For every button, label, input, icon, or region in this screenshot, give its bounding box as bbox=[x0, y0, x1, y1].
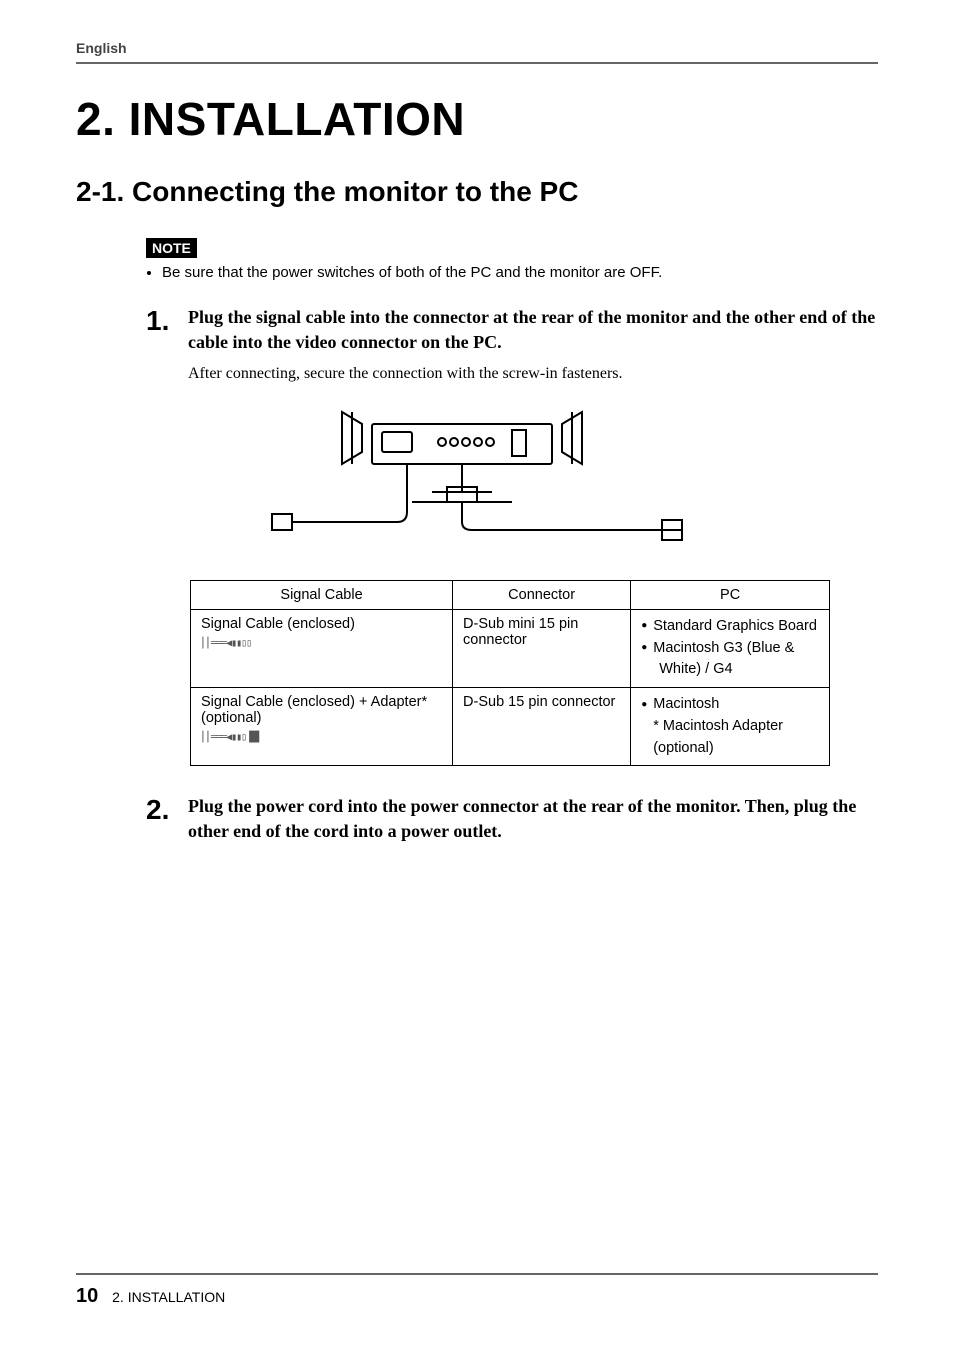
connection-diagram bbox=[262, 402, 692, 562]
connector-cell: D-Sub 15 pin connector bbox=[453, 688, 631, 766]
page-number: 10 bbox=[76, 1285, 98, 1307]
note-label: NOTE bbox=[146, 238, 197, 258]
step-number: 2. bbox=[146, 794, 188, 824]
language-header: English bbox=[76, 40, 878, 64]
section-title: 2-1. Connecting the monitor to the PC bbox=[76, 176, 878, 208]
step-heading: Plug the power cord into the power conne… bbox=[188, 794, 878, 844]
table-header-connector: Connector bbox=[453, 580, 631, 609]
chapter-title: 2. INSTALLATION bbox=[76, 92, 878, 146]
cable-adapter-icon: ⎢⎢═══◀▮▮▯▐█▌ bbox=[201, 732, 442, 743]
cable-icon: ⎢⎢═══◀▮▮▯▯ bbox=[201, 638, 442, 649]
cable-table: Signal Cable Connector PC Signal Cable (… bbox=[190, 580, 830, 767]
note-list: Be sure that the power switches of both … bbox=[146, 262, 878, 283]
page-footer: 10 2. INSTALLATION bbox=[76, 1273, 878, 1308]
cable-name: Signal Cable (enclosed) bbox=[201, 616, 355, 632]
pc-line: Macintosh bbox=[653, 696, 719, 712]
step-number: 1. bbox=[146, 305, 188, 335]
step-heading: Plug the signal cable into the connector… bbox=[188, 305, 878, 355]
pc-line: Standard Graphics Board bbox=[653, 618, 817, 634]
table-row: Signal Cable (enclosed) + Adapter* (opti… bbox=[191, 688, 830, 766]
pc-line: Macintosh G3 (Blue & bbox=[653, 640, 794, 656]
note-item: Be sure that the power switches of both … bbox=[162, 262, 878, 283]
step-subtext: After connecting, secure the connection … bbox=[188, 363, 878, 385]
table-row: Signal Cable (enclosed) ⎢⎢═══◀▮▮▯▯ D-Sub… bbox=[191, 609, 830, 687]
cable-name: Signal Cable (enclosed) + Adapter* (opti… bbox=[201, 694, 427, 726]
footer-chapter: 2. INSTALLATION bbox=[112, 1289, 225, 1305]
connector-cell: D-Sub mini 15 pin connector bbox=[453, 609, 631, 687]
table-header-pc: PC bbox=[631, 580, 830, 609]
pc-cell: Macintosh * Macintosh Adapter (optional) bbox=[631, 688, 830, 766]
table-header-cable: Signal Cable bbox=[191, 580, 453, 609]
pc-line: * Macintosh Adapter (optional) bbox=[653, 718, 783, 756]
pc-cell: Standard Graphics Board Macintosh G3 (Bl… bbox=[631, 609, 830, 687]
step-2: 2. Plug the power cord into the power co… bbox=[146, 794, 878, 844]
step-1: 1. Plug the signal cable into the connec… bbox=[146, 305, 878, 386]
pc-line: White) / G4 bbox=[659, 661, 732, 677]
